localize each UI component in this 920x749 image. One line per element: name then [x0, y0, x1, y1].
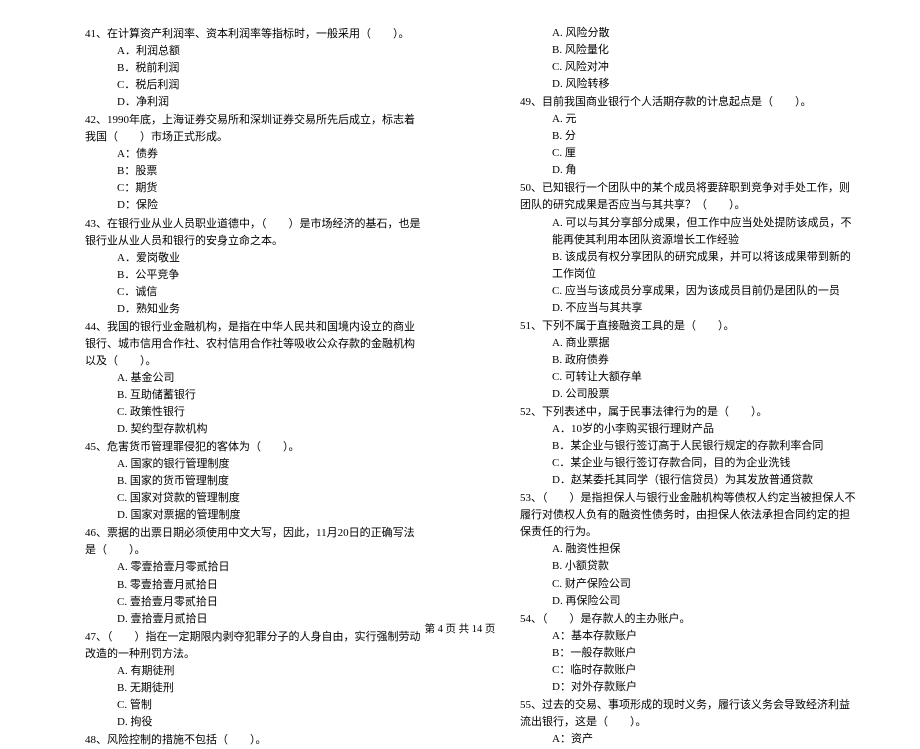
q45-d: D. 国家对票据的管理制度 — [85, 507, 422, 524]
q53-c: C. 财产保险公司 — [520, 576, 860, 593]
q42-b: B：股票 — [85, 163, 422, 180]
q41-d: D．净利润 — [85, 94, 422, 111]
q43-stem: 43、在银行业从业人员职业道德中，（ ）是市场经济的基石，也是银行业从业人员和银… — [85, 216, 422, 250]
q41-a: A．利润总额 — [85, 43, 422, 60]
q46-c: C. 壹拾壹月零贰拾日 — [85, 594, 422, 611]
q52-d: D．赵某委托其同学（银行信贷员）为其发放普通贷款 — [520, 472, 860, 489]
q47-d: D. 拘役 — [85, 714, 422, 731]
q46-stem: 46、票据的出票日期必须使用中文大写，因此，11月20日的正确写法是（ ）。 — [85, 525, 422, 559]
q43-a: A．爱岗敬业 — [85, 250, 422, 267]
q41-stem: 41、在计算资产利润率、资本利润率等指标时，一般采用（ ）。 — [85, 26, 422, 43]
q46-b: B. 零壹拾壹月贰拾日 — [85, 577, 422, 594]
page-footer: 第 4 页 共 14 页 — [0, 622, 920, 638]
q52-c: C．某企业与银行签订存款合同，目的为企业洗钱 — [520, 455, 860, 472]
q51-c: C. 可转让大额存单 — [520, 369, 860, 386]
q48-stem: 48、风险控制的措施不包括（ ）。 — [85, 732, 422, 749]
q44-a: A. 基金公司 — [85, 370, 422, 387]
q45-a: A. 国家的银行管理制度 — [85, 456, 422, 473]
q50-a: A. 可以与其分享部分成果，但工作中应当处处提防该成员，不能再使其利用本团队资源… — [520, 215, 860, 249]
q50-d: D. 不应当与其共享 — [520, 300, 860, 317]
q54-c: C：临时存款账户 — [520, 662, 860, 679]
q49-b: B. 分 — [520, 128, 860, 145]
q44-c: C. 政策性银行 — [85, 404, 422, 421]
q51-b: B. 政府债券 — [520, 352, 860, 369]
left-column: 41、在计算资产利润率、资本利润率等指标时，一般采用（ ）。 A．利润总额 B．… — [0, 25, 460, 615]
q43-c: C．诚信 — [85, 284, 422, 301]
q48-a: A. 风险分散 — [520, 25, 860, 42]
q53-stem: 53、（ ）是指担保人与银行业金融机构等债权人约定当被担保人不履行对债权人负有的… — [520, 490, 860, 541]
q41-b: B．税前利润 — [85, 60, 422, 77]
q42-a: A：债券 — [85, 146, 422, 163]
q49-a: A. 元 — [520, 111, 860, 128]
q43-b: B．公平竞争 — [85, 267, 422, 284]
q48-d: D. 风险转移 — [520, 76, 860, 93]
right-column: A. 风险分散 B. 风险量化 C. 风险对冲 D. 风险转移 49、目前我国商… — [460, 25, 920, 615]
q47-a: A. 有期徒刑 — [85, 663, 422, 680]
q45-b: B. 国家的货币管理制度 — [85, 473, 422, 490]
q42-stem: 42、1990年底，上海证券交易所和深圳证券交易所先后成立，标志着我国（ ）市场… — [85, 112, 422, 146]
q45-c: C. 国家对贷款的管理制度 — [85, 490, 422, 507]
q51-stem: 51、下列不属于直接融资工具的是（ ）。 — [520, 318, 860, 335]
q48-b: B. 风险量化 — [520, 42, 860, 59]
q43-d: D．熟知业务 — [85, 301, 422, 318]
q50-b: B. 该成员有权分享团队的研究成果，并可以将该成果带到新的工作岗位 — [520, 249, 860, 283]
q49-d: D. 角 — [520, 162, 860, 179]
q42-d: D：保险 — [85, 197, 422, 214]
q53-b: B. 小额贷款 — [520, 558, 860, 575]
q49-c: C. 厘 — [520, 145, 860, 162]
q51-d: D. 公司股票 — [520, 386, 860, 403]
q54-b: B：一般存款账户 — [520, 645, 860, 662]
q44-stem: 44、我国的银行业金融机构，是指在中华人民共和国境内设立的商业银行、城市信用合作… — [85, 319, 422, 370]
q51-a: A. 商业票据 — [520, 335, 860, 352]
q47-b: B. 无期徒刑 — [85, 680, 422, 697]
q52-a: A．10岁的小李购买银行理财产品 — [520, 421, 860, 438]
q41-c: C．税后利润 — [85, 77, 422, 94]
q50-c: C. 应当与该成员分享成果，因为该成员目前仍是团队的一员 — [520, 283, 860, 300]
q52-stem: 52、下列表述中，属于民事法律行为的是（ ）。 — [520, 404, 860, 421]
q44-d: D. 契约型存款机构 — [85, 421, 422, 438]
q53-a: A. 融资性担保 — [520, 541, 860, 558]
q47-c: C. 管制 — [85, 697, 422, 714]
q44-b: B. 互助储蓄银行 — [85, 387, 422, 404]
q55-a: A：资产 — [520, 731, 860, 748]
q49-stem: 49、目前我国商业银行个人活期存款的计息起点是（ ）。 — [520, 94, 860, 111]
q54-d: D：对外存款账户 — [520, 679, 860, 696]
q42-c: C：期货 — [85, 180, 422, 197]
q45-stem: 45、危害货币管理罪侵犯的客体为（ ）。 — [85, 439, 422, 456]
q52-b: B．某企业与银行签订高于人民银行规定的存款利率合同 — [520, 438, 860, 455]
q50-stem: 50、已知银行一个团队中的某个成员将要辞职到竞争对手处工作，则团队的研究成果是否… — [520, 180, 860, 214]
q46-a: A. 零壹拾壹月零贰拾日 — [85, 559, 422, 576]
q55-stem: 55、过去的交易、事项形成的现时义务，履行该义务会导致经济利益流出银行，这是（ … — [520, 697, 860, 731]
q53-d: D. 再保险公司 — [520, 593, 860, 610]
exam-page: 41、在计算资产利润率、资本利润率等指标时，一般采用（ ）。 A．利润总额 B．… — [0, 0, 920, 615]
q48-c: C. 风险对冲 — [520, 59, 860, 76]
